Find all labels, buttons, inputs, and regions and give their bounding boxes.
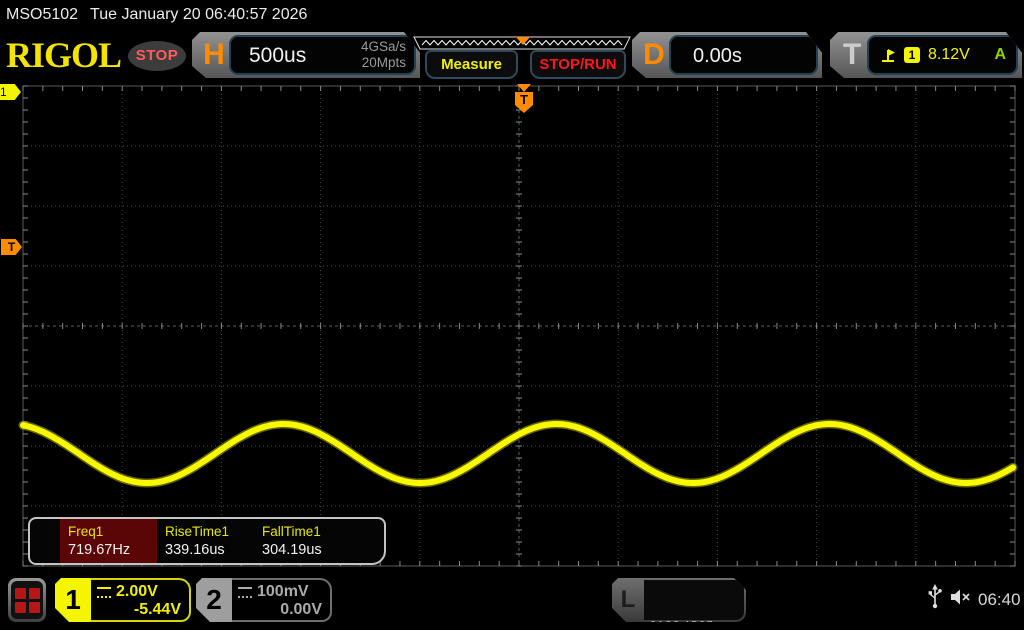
measurement-value: 304.19us [262,541,351,559]
run-state-badge: STOP [128,41,186,71]
logic-channels-control[interactable]: L 0 1 2 3 4 5 6 7 8 9 10 11 12 13 14 15 [612,578,746,622]
graticule-and-waveform [0,84,1024,570]
delay-value: 0.00s [693,45,742,68]
dc-coupling-icon [238,587,252,598]
rising-edge-icon [881,48,896,63]
channel1-control[interactable]: 1 2.00V -5.44V [55,578,191,622]
trigger-level-value: 8.12V [928,46,970,64]
measurement-label: Freq1 [68,523,157,541]
menu-grid-icon [11,581,43,619]
channel2-badge: 2 [196,578,232,622]
horizontal-label: H [199,36,229,74]
measurement-falltime1[interactable]: FallTime1 304.19us [254,519,351,563]
measurement-risetime1[interactable]: RiseTime1 339.16us [157,519,254,563]
acquisition-info: 4GSa/s 20Mpts [361,39,406,71]
memory-depth: 20Mpts [361,55,406,71]
trigger-box: 1 8.12V A [867,35,1018,75]
measurements-panel: Freq1 719.67Hz RiseTime1 339.16us FallTi… [28,517,386,565]
usb-icon [928,584,942,610]
waveform-overview-bar[interactable] [413,36,632,50]
logic-badge: L [612,578,644,622]
measure-button[interactable]: Measure [425,50,518,79]
horizontal-timebase-control[interactable]: H 500us 4GSa/s 20Mpts [192,32,420,78]
speaker-muted-icon [950,588,972,606]
timebase-value: 500us [249,44,306,68]
datetime: Tue January 20 06:40:57 2026 [90,6,307,23]
trigger-source-badge: 1 [904,47,920,63]
bottombar: 1 2.00V -5.44V 2 100mV 0.00V L [0,570,1024,630]
sample-rate: 4GSa/s [361,39,406,55]
trigger-label: T [837,36,867,74]
trigger-control[interactable]: T 1 8.12V A [830,32,1022,78]
trigger-sweep-mode: A [994,46,1006,64]
channel1-badge: 1 [55,578,91,622]
model-name: MSO5102 [6,6,78,23]
measurement-value: 339.16us [165,541,254,559]
measurement-label: FallTime1 [262,523,351,541]
channel1-values: 2.00V -5.44V [91,578,191,622]
waveform-display: T T 1 Freq1 719.67Hz RiseTime1 339.16us … [0,84,1024,570]
channel2-scale: 100mV [257,583,309,601]
titlebar: MSO5102 Tue January 20 06:40:57 2026 [0,0,1024,30]
channel2-offset: 0.00V [238,601,322,619]
channel1-scale: 2.00V [116,583,158,601]
horizontal-box: 500us 4GSa/s 20Mpts [229,35,416,75]
measurement-label: RiseTime1 [165,523,254,541]
stop-run-button[interactable]: STOP/RUN [530,50,626,79]
trigger-position-arrow-icon[interactable] [517,84,531,92]
channel2-control[interactable]: 2 100mV 0.00V [196,578,332,622]
logic-channel-numbers: 0 1 2 3 4 5 6 7 8 9 10 11 12 13 14 15 [644,580,744,620]
clock: 06:40 [978,570,1021,630]
trigger-delay-control[interactable]: D 0.00s [632,32,822,78]
logic-row1: 0 1 2 3 4 5 6 7 [650,617,744,630]
channel2-values: 100mV 0.00V [232,578,332,622]
dc-coupling-icon [97,587,111,598]
delay-box: 0.00s [669,35,818,75]
menu-button[interactable] [8,578,46,622]
brand-logo: RIGOL [6,34,121,76]
measurement-value: 719.67Hz [68,541,157,559]
oscilloscope-screen: MSO5102 Tue January 20 06:40:57 2026 RIGO… [0,0,1024,630]
toolbar: RIGOL STOP H 500us 4GSa/s 20Mpts Measure… [0,30,1024,84]
delay-label: D [639,36,669,74]
channel1-offset: -5.44V [97,601,181,619]
measurement-freq1[interactable]: Freq1 719.67Hz [60,519,157,563]
